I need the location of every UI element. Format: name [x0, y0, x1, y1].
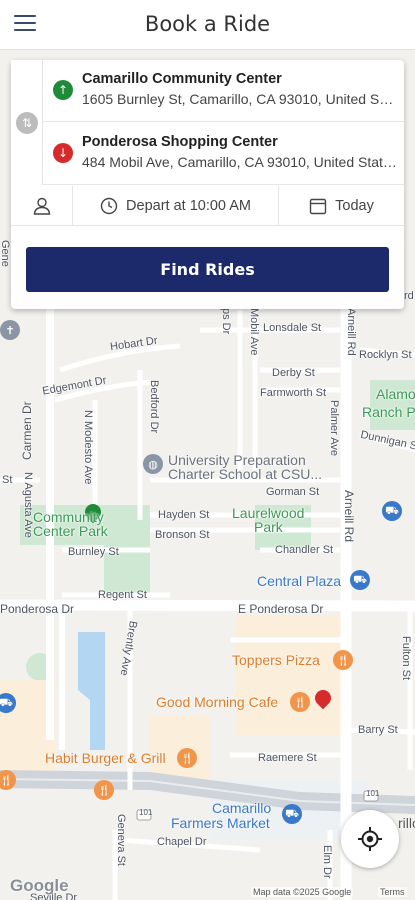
street-label: Palmer Ave: [328, 400, 340, 457]
poi-camarillo-fm-line2[interactable]: Farmers Market: [171, 815, 270, 831]
street-label: St: [2, 474, 13, 486]
poi-alamo-line2[interactable]: Ranch P: [362, 404, 415, 420]
restaurant-icon: 🍴︎: [94, 780, 114, 800]
poi-habit-burger[interactable]: Habit Burger & Grill: [45, 750, 166, 766]
street-label: Arneill Rd: [345, 308, 357, 356]
street-label: Gorman St: [266, 486, 320, 498]
book-ride-screen: 101 101 Hobart Dr Edgemont Dr Carmen Dr …: [0, 0, 415, 900]
map-attribution: Map data ©2025 Google: [251, 887, 354, 897]
calendar-icon: [309, 198, 327, 215]
street-label: Fulton St: [400, 636, 412, 681]
destination-field[interactable]: ↓ Ponderosa Shopping Center 484 Mobil Av…: [43, 123, 404, 185]
street-label: Mobil Ave: [248, 308, 260, 356]
my-location-button[interactable]: [341, 810, 399, 868]
trip-planner-card: ⇅ ↑ Camarillo Community Center 1605 Burn…: [11, 60, 404, 309]
street-label: Hayden St: [158, 509, 210, 521]
google-logo: Google: [10, 876, 69, 895]
street-label: Barry St: [358, 724, 398, 736]
origin-name: Camarillo Community Center: [82, 71, 282, 87]
page-title: Book a Ride: [144, 12, 271, 36]
shopping-cart-icon: ⛟: [382, 501, 402, 521]
departure-time-label: Depart at 10:00 AM: [126, 198, 251, 214]
trip-options-row: Depart at 10:00 AM Today: [11, 186, 404, 226]
restaurant-icon: 🍴︎: [177, 748, 197, 768]
app-header: Book a Ride: [0, 0, 415, 50]
arrow-down-icon: ↓: [53, 143, 73, 163]
poi-university-line2[interactable]: Charter School at CSU...: [168, 466, 322, 482]
date-label: Today: [335, 198, 374, 214]
street-label: N Modesto Ave: [82, 410, 94, 485]
street-label: Elm Dr: [321, 845, 333, 879]
street-label: Carmen Dr: [20, 401, 34, 460]
street-label: Ponderosa Dr: [0, 602, 75, 616]
poi-good-morning-cafe[interactable]: Good Morning Cafe: [156, 694, 278, 710]
street-label: Raemere St: [258, 752, 317, 764]
poi-camarillo-fm-line1[interactable]: Camarillo: [212, 800, 271, 816]
street-label: 101: [139, 808, 153, 817]
street-label: Bedford Dr: [148, 380, 160, 434]
passenger-button[interactable]: [11, 186, 73, 226]
street-label: Chandler St: [275, 544, 334, 556]
street-label: Burnley St: [68, 546, 119, 558]
date-button[interactable]: Today: [279, 186, 404, 226]
poi-central-plaza[interactable]: Central Plaza: [257, 573, 341, 589]
shopping-cart-icon: ⛟: [350, 570, 370, 590]
street-label: ps Dr: [220, 308, 232, 335]
street-label: Arneill Rd: [342, 490, 356, 543]
school-icon: ◍: [143, 454, 163, 474]
origin-field[interactable]: ↑ Camarillo Community Center 1605 Burnle…: [43, 60, 404, 122]
street-label: Chapel Dr: [157, 836, 207, 848]
destination-address: 484 Mobil Ave, Camarillo, CA 93010, Unit…: [82, 154, 397, 170]
street-label: Rocklyn St: [359, 349, 412, 361]
street-label: Geneva St: [115, 814, 127, 866]
street-label: Lonsdale St: [263, 322, 322, 334]
shopping-cart-icon: ⛟: [282, 804, 302, 824]
street-label: rillo: [398, 815, 415, 831]
departure-time-button[interactable]: Depart at 10:00 AM: [73, 186, 279, 226]
place-icon: ✝: [0, 320, 20, 340]
crosshair-location-icon: [358, 827, 382, 851]
poi-toppers-pizza[interactable]: Toppers Pizza: [232, 652, 320, 668]
street-label: rd: [404, 290, 414, 302]
terms-link[interactable]: Terms: [378, 887, 407, 897]
street-label: Bronson St: [155, 529, 210, 541]
swap-vertical-icon[interactable]: ⇅: [16, 112, 38, 134]
street-label: E Ponderosa Dr: [238, 602, 324, 616]
arrow-up-icon: ↑: [53, 80, 73, 100]
poi-community-line2[interactable]: Center Park: [33, 523, 108, 539]
person-icon: [33, 197, 50, 215]
street-label: Regent St: [98, 589, 147, 601]
find-rides-button[interactable]: Find Rides: [26, 247, 389, 292]
origin-address: 1605 Burnley St, Camarillo, CA 93010, Un…: [82, 91, 397, 107]
street-label: Derby St: [272, 367, 315, 379]
restaurant-icon: 🍴︎: [290, 692, 310, 712]
street-label: 101: [366, 789, 380, 798]
swap-column: ⇅: [11, 60, 43, 185]
destination-name: Ponderosa Shopping Center: [82, 134, 278, 150]
clock-icon: [100, 197, 118, 215]
poi-alamo-line1[interactable]: Alamo: [376, 386, 415, 402]
street-label: Farmworth St: [260, 387, 327, 399]
street-label: Gene: [0, 240, 11, 267]
poi-laurelwood-line2[interactable]: Park: [254, 519, 283, 535]
restaurant-icon: 🍴︎: [333, 650, 353, 670]
